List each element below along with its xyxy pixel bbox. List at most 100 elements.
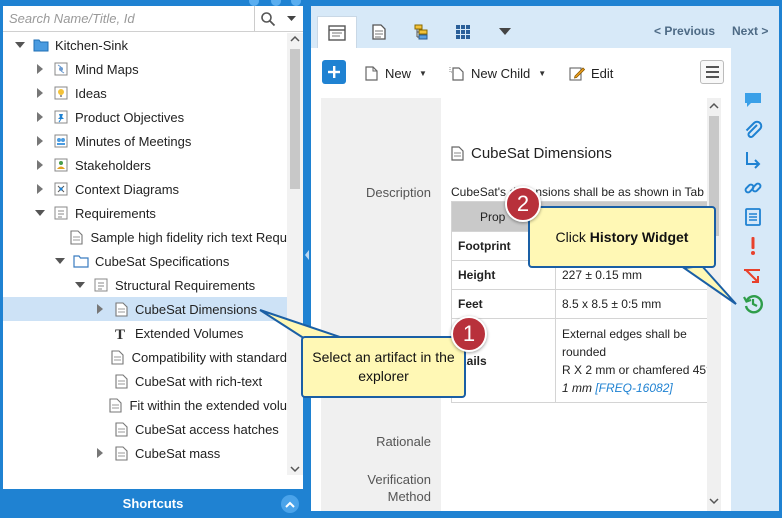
expanded-chevron-icon[interactable] <box>33 206 47 220</box>
collapsed-chevron-icon[interactable] <box>33 110 47 124</box>
rails-line-4: 1 mm [FREQ-16082] <box>562 379 720 397</box>
history-widget-button[interactable] <box>741 292 765 316</box>
scroll-up-icon[interactable] <box>709 102 719 110</box>
expanded-chevron-icon[interactable] <box>53 254 67 268</box>
more-actions-menu-button[interactable] <box>700 60 724 84</box>
tree-item[interactable]: Requirements <box>3 201 287 225</box>
tree-item[interactable]: Product Objectives <box>3 105 287 129</box>
next-link[interactable]: Next > <box>732 24 768 38</box>
collapsed-chevron-icon[interactable] <box>33 134 47 148</box>
step2-bold: History Widget <box>589 229 689 245</box>
tab-grid[interactable] <box>443 16 483 48</box>
panel-collapse-handle[interactable] <box>303 225 311 285</box>
comments-widget-button[interactable] <box>741 88 765 112</box>
tree-item-label: Mind Maps <box>75 61 139 77</box>
scroll-down-icon[interactable] <box>290 465 300 473</box>
explorer-scroll-thumb[interactable] <box>290 49 300 189</box>
tree-item[interactable]: CubeSat Specifications <box>3 249 287 273</box>
artifact-scrollbar[interactable] <box>707 98 721 511</box>
new-child-icon <box>449 65 465 81</box>
collapsed-chevron-icon[interactable] <box>33 158 47 172</box>
document-icon <box>113 301 129 317</box>
tree-item[interactable]: Kitchen-Sink <box>3 33 287 57</box>
tab-document[interactable] <box>359 16 399 48</box>
tree-item[interactable]: Minutes of Meetings <box>3 129 287 153</box>
collapsed-chevron-icon[interactable] <box>93 302 107 316</box>
new-child-button[interactable]: New Child ▼ <box>449 62 546 84</box>
reviews-widget-button[interactable] <box>741 205 765 229</box>
scroll-down-icon[interactable] <box>709 497 719 505</box>
table-cell-value: 8.5 x 8.5 ± 0:5 mm <box>555 289 721 319</box>
document-icon <box>113 445 129 461</box>
rails-line-1: External edges shall be <box>562 327 687 341</box>
collapsed-chevron-icon[interactable] <box>33 182 47 196</box>
tree-item[interactable]: Sample high fidelity rich text Requ <box>3 225 287 249</box>
tree-item[interactable]: Stakeholders <box>3 153 287 177</box>
tree-item-label: CubeSat access hatches <box>135 421 279 437</box>
tree-item[interactable]: Fit within the extended volu <box>3 393 287 417</box>
tree-item[interactable]: CubeSat with rich-text <box>3 369 287 393</box>
suspect-widget-button[interactable] <box>741 234 765 258</box>
overview-tab-icon <box>328 24 346 41</box>
explorer-scrollbar[interactable] <box>287 33 303 475</box>
suspect-widget-icon <box>751 237 755 255</box>
history-widget-icon <box>743 295 763 314</box>
tree-item[interactable]: CubeSat Dimensions <box>3 297 287 321</box>
svg-text:T: T <box>115 327 125 341</box>
links-widget-button[interactable] <box>741 176 765 200</box>
previous-link[interactable]: < Previous <box>654 24 715 38</box>
new-button[interactable]: New ▼ <box>363 62 427 84</box>
tab-overview[interactable] <box>317 16 357 48</box>
attachments-widget-button[interactable] <box>741 118 765 142</box>
tree-item-label: Requirements <box>75 205 156 221</box>
step2-text: Click History Widget <box>556 229 689 245</box>
idea-bulb-icon <box>53 85 69 101</box>
impact-widget-button[interactable] <box>741 264 765 288</box>
expanded-chevron-icon[interactable] <box>73 278 87 292</box>
tree-item-label: CubeSat mass <box>135 445 221 461</box>
pin-icon <box>53 109 69 125</box>
document-icon <box>110 349 126 365</box>
collapsed-chevron-icon[interactable] <box>93 446 107 460</box>
tree-item[interactable]: Mind Maps <box>3 57 287 81</box>
new-chevron-down-icon: ▼ <box>419 68 427 78</box>
hamburger-icon-line <box>705 71 719 73</box>
tree-item[interactable]: Compatibility with standard <box>3 345 287 369</box>
document-icon <box>449 146 465 162</box>
tree-item-label: Structural Requirements <box>115 277 256 293</box>
shortcuts-expand-icon[interactable] <box>281 495 299 513</box>
search-icon[interactable] <box>255 7 281 31</box>
reviews-widget-icon <box>745 208 761 226</box>
grid-tab-icon <box>456 25 470 39</box>
tab-relations[interactable] <box>401 16 441 48</box>
plus-icon <box>328 66 340 78</box>
tree-item[interactable]: CubeSat mass <box>3 441 287 465</box>
step1-text: Select an artifact in the explorer <box>312 349 455 384</box>
edit-button[interactable]: Edit <box>569 62 613 84</box>
scroll-up-icon[interactable] <box>290 35 300 43</box>
collapsed-chevron-icon[interactable] <box>33 62 47 76</box>
shortcuts-bar[interactable]: Shortcuts <box>3 489 303 518</box>
tree-item-label: CubeSat Dimensions <box>135 301 258 317</box>
requirements-icon <box>93 277 109 293</box>
tree-item[interactable]: CubeSat access hatches <box>3 417 287 441</box>
freq-reference-link[interactable]: [FREQ-16082] <box>595 381 672 395</box>
verification-method-label: Verification Method <box>367 472 431 504</box>
tree-item[interactable]: Structural Requirements <box>3 273 287 297</box>
tree-item-label: Compatibility with standard <box>131 349 287 365</box>
collapsed-chevron-icon[interactable] <box>33 86 47 100</box>
hamburger-icon-line <box>705 76 719 78</box>
tab-more[interactable] <box>485 16 525 48</box>
tree-item[interactable]: Context Diagrams <box>3 177 287 201</box>
tree-item[interactable]: T Extended Volumes <box>3 321 287 345</box>
trace-widget-button[interactable] <box>741 148 765 172</box>
step2-badge: 2 <box>505 186 541 222</box>
search-input[interactable] <box>9 7 253 29</box>
search-options-chevron-down-icon[interactable] <box>281 7 301 31</box>
requirements-icon <box>53 205 69 221</box>
expanded-chevron-icon[interactable] <box>13 38 27 52</box>
add-button[interactable] <box>322 60 346 84</box>
tree-item[interactable]: Ideas <box>3 81 287 105</box>
